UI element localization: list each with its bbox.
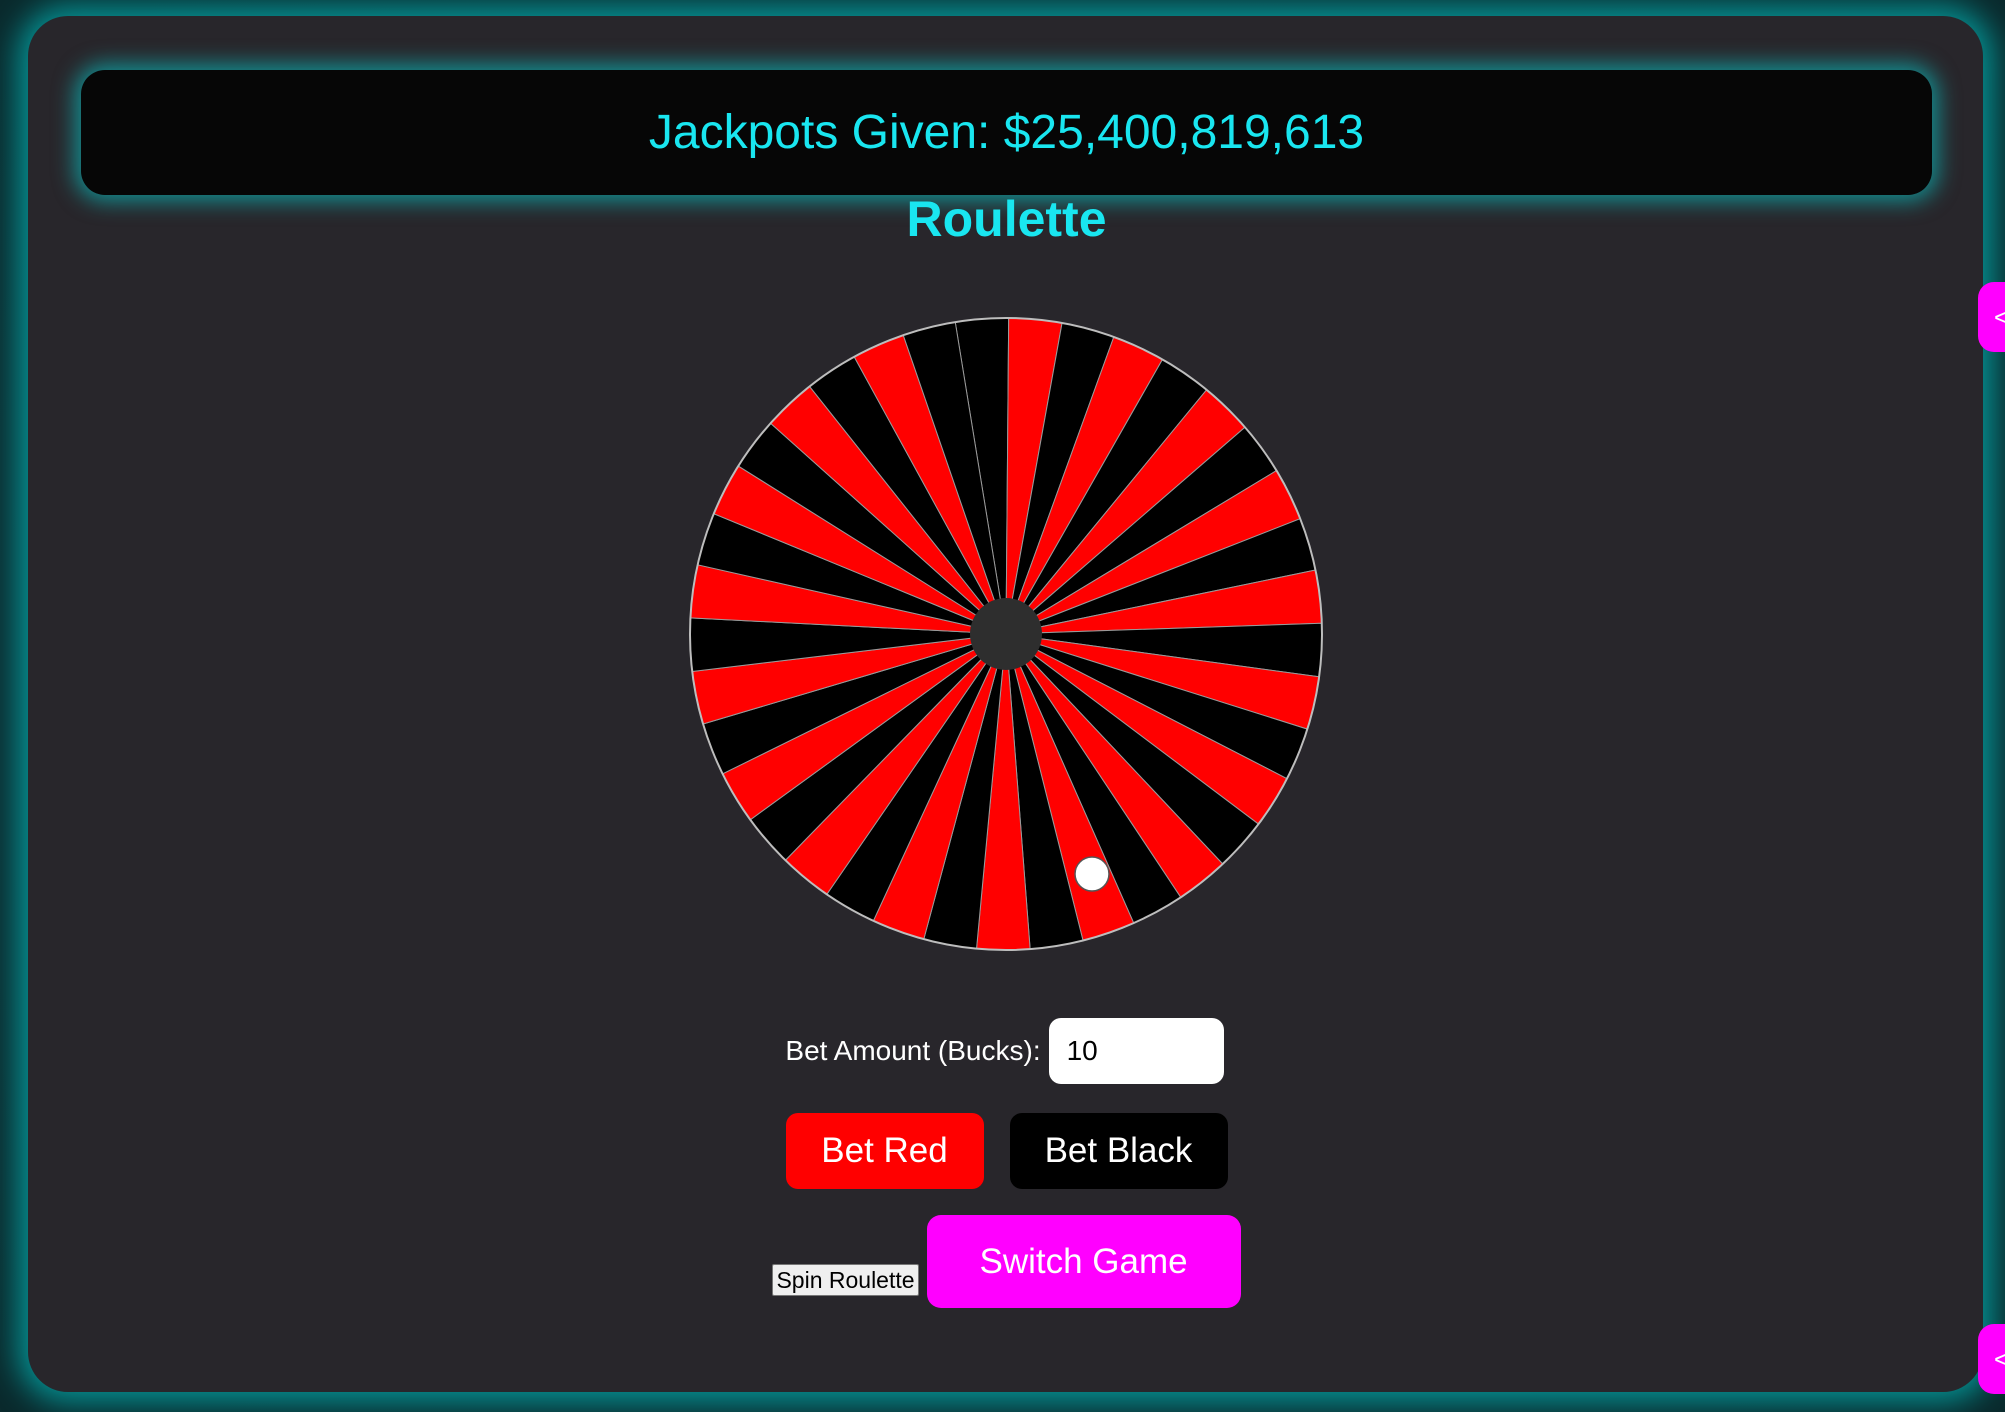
spin-roulette-button[interactable]: Spin Roulette bbox=[772, 1263, 919, 1296]
bet-amount-label: Bet Amount (Bucks): bbox=[785, 1035, 1041, 1066]
roulette-ball bbox=[1074, 856, 1110, 892]
jackpot-counter: Jackpots Given: $25,400,819,613 bbox=[648, 106, 1365, 159]
roulette-wheel bbox=[688, 316, 1324, 952]
bet-color-row: Bet Red Bet Black bbox=[0, 1113, 2005, 1189]
game-title: Roulette bbox=[906, 191, 1107, 247]
bet-red-button[interactable]: Bet Red bbox=[785, 1113, 984, 1189]
roulette-wheel-graphic bbox=[689, 317, 1323, 951]
switch-game-button[interactable]: Switch Game bbox=[926, 1215, 1241, 1308]
jackpot-banner: Jackpots Given: $25,400,819,613 bbox=[81, 70, 1932, 195]
side-tab-bottom[interactable]: < bbox=[1978, 1324, 2005, 1394]
chevron-left-icon: < bbox=[1994, 1343, 2005, 1374]
chevron-left-icon: < bbox=[1994, 301, 2005, 332]
bet-amount-input[interactable] bbox=[1048, 1018, 1224, 1084]
action-row: Spin Roulette Switch Game bbox=[0, 1215, 2005, 1308]
side-tab-top[interactable]: < bbox=[1978, 282, 2005, 352]
wheel-hub bbox=[970, 598, 1042, 670]
bet-amount-row: Bet Amount (Bucks): bbox=[0, 1018, 2005, 1084]
bet-black-button[interactable]: Bet Black bbox=[1009, 1113, 1228, 1189]
